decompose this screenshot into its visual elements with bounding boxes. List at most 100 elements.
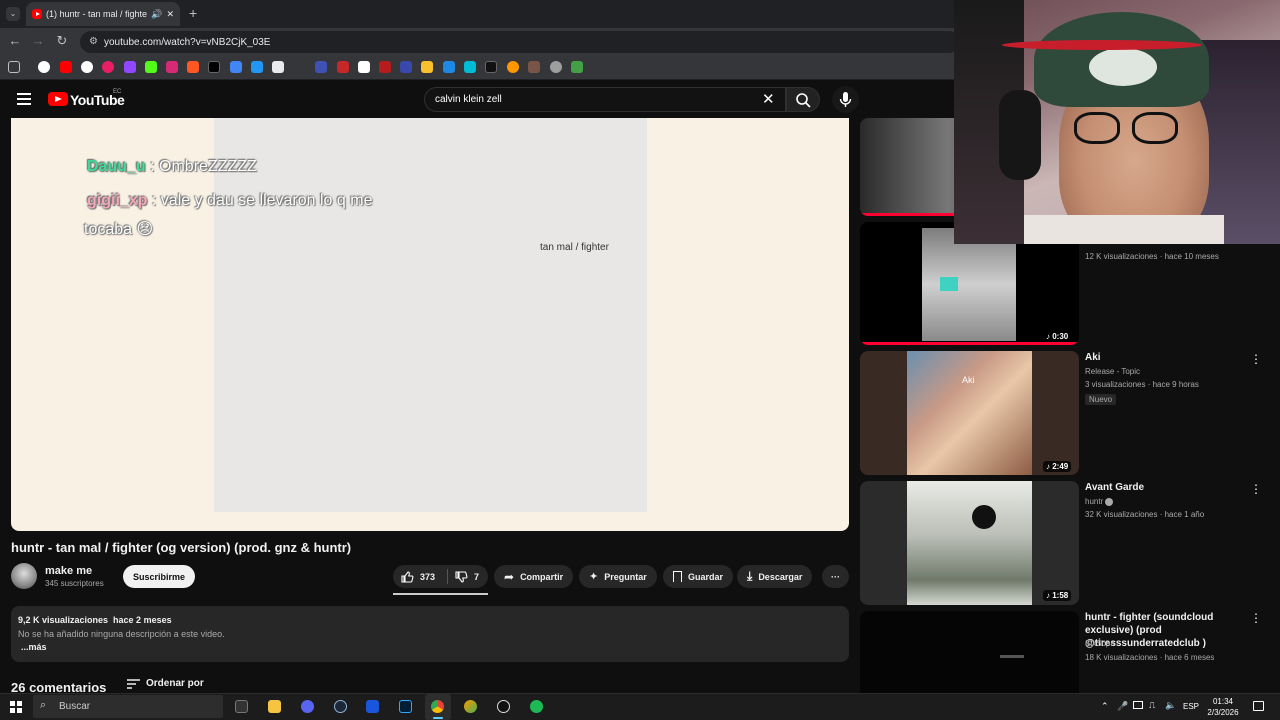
recommended-title[interactable]: Avant Garde — [1085, 482, 1245, 493]
chrome-icon[interactable] — [431, 700, 444, 713]
bookmark-site-icon[interactable] — [272, 61, 284, 73]
video-caption-text: tan mal / fighter — [540, 242, 609, 253]
chat-line: gigii_xp : vale y dau se llevaron lo q m… — [87, 192, 372, 210]
ask-button[interactable]: ✦ Preguntar — [579, 565, 657, 588]
download-button[interactable]: ⤓ Descargar — [737, 565, 813, 588]
search-input[interactable]: calvin klein zell — [424, 87, 786, 112]
sort-icon — [127, 678, 140, 689]
bookmark-site-icon[interactable] — [550, 61, 562, 73]
dislike-button[interactable]: 7 — [454, 565, 479, 588]
bookmark-google-icon[interactable] — [38, 61, 50, 73]
obs-icon[interactable] — [497, 700, 510, 713]
tab-close-icon[interactable]: ✕ — [166, 9, 174, 20]
browser-tab-active[interactable]: (1) huntr - tan mal / fighter 🔊 ✕ — [26, 2, 180, 26]
file-explorer-icon[interactable] — [268, 700, 281, 713]
bookmark-site-icon[interactable] — [400, 61, 412, 73]
discord-icon[interactable] — [301, 700, 314, 713]
reload-button[interactable]: ↻ — [54, 33, 70, 49]
bookmark-gmail-icon[interactable] — [81, 61, 93, 73]
channel-avatar[interactable] — [11, 563, 37, 589]
bookmark-site-icon[interactable] — [443, 61, 455, 73]
address-bar[interactable]: ⚙ youtube.com/watch?v=vNB2CjK_03E — [80, 31, 960, 53]
volume-tray-icon[interactable]: 🔈 — [1165, 700, 1176, 711]
back-button[interactable]: ← — [7, 33, 23, 48]
more-options-icon[interactable]: ⋮ — [1250, 352, 1262, 366]
microphone-tray-icon[interactable]: 🎤 — [1117, 701, 1128, 712]
bookmark-site-icon[interactable] — [485, 61, 497, 73]
share-icon: ➦ — [504, 569, 515, 584]
recommended-thumbnail[interactable] — [860, 611, 1079, 693]
new-tab-button[interactable]: + — [189, 5, 197, 21]
more-options-icon[interactable]: ⋮ — [1250, 611, 1262, 625]
recommended-title[interactable]: Aki — [1085, 352, 1245, 363]
share-button[interactable]: ➦ Compartir — [494, 565, 574, 588]
start-button[interactable] — [10, 701, 22, 713]
bookmark-kick-icon[interactable] — [145, 61, 157, 73]
recommended-channel[interactable]: Release - Topic — [1085, 367, 1140, 376]
watch-progress-bar — [860, 342, 1079, 345]
voice-search-button[interactable] — [832, 86, 859, 113]
vegas-icon[interactable] — [366, 700, 379, 713]
save-button[interactable]: Guardar — [663, 565, 734, 588]
fl-studio-icon[interactable] — [464, 700, 477, 713]
steam-icon[interactable] — [334, 700, 347, 713]
tab-list-dropdown[interactable]: ⌄ — [6, 7, 20, 21]
notifications-icon[interactable] — [1253, 701, 1264, 711]
forward-button[interactable]: → — [30, 33, 46, 48]
recommended-thumbnail[interactable]: Aki — [860, 351, 1079, 475]
more-actions-button[interactable]: ··· — [822, 565, 849, 588]
youtube-logo-icon[interactable] — [48, 92, 68, 106]
clear-search-icon[interactable]: ✕ — [762, 90, 775, 108]
tab-audio-icon[interactable]: 🔊 — [151, 9, 162, 20]
photoshop-icon[interactable] — [399, 700, 412, 713]
recommended-thumbnail[interactable] — [860, 481, 1079, 605]
search-input-value: calvin klein zell — [435, 94, 502, 105]
more-options-icon[interactable]: ⋮ — [1250, 482, 1262, 496]
network-tray-icon[interactable]: ⎍ — [1149, 700, 1155, 711]
like-divider — [447, 569, 448, 584]
show-more-link[interactable]: ...más — [21, 642, 47, 652]
bookmark-site-icon[interactable] — [337, 61, 349, 73]
bookmark-youtube-icon[interactable] — [60, 61, 72, 73]
bookmark-site-icon[interactable] — [187, 61, 199, 73]
webcam-shirt — [1024, 215, 1224, 244]
tab-title: (1) huntr - tan mal / fighter — [46, 9, 148, 19]
bookmark-sheets-icon[interactable] — [571, 61, 583, 73]
description-box[interactable]: 9,2 K visualizaciones hace 2 meses No se… — [11, 606, 849, 662]
thumbnail-image — [907, 481, 1032, 605]
hamburger-menu-icon[interactable] — [17, 93, 31, 105]
language-indicator[interactable]: ESP — [1183, 702, 1199, 711]
epic-games-icon[interactable] — [235, 700, 248, 713]
tray-overflow-icon[interactable]: ⌃ — [1101, 701, 1109, 712]
bookmark-pinterest-icon[interactable] — [102, 61, 114, 73]
bookmark-site-icon[interactable] — [315, 61, 327, 73]
video-player[interactable]: Dauu_u : OmbreZZZZZ gigii_xp : vale y da… — [11, 118, 849, 531]
search-button[interactable] — [786, 87, 820, 112]
channel-name[interactable]: make me — [45, 565, 92, 577]
bookmark-site-icon[interactable] — [421, 61, 433, 73]
bookmark-site-icon[interactable] — [251, 61, 263, 73]
bookmark-site-icon[interactable] — [507, 61, 519, 73]
bookmark-translate-icon[interactable] — [230, 61, 242, 73]
duration-badge: ♪ 0:30 — [1043, 331, 1072, 342]
recommended-channel[interactable]: huntr — [1085, 497, 1114, 506]
clock[interactable]: 01:34 2/3/2026 — [1207, 696, 1239, 718]
bookmark-notion-icon[interactable] — [358, 61, 370, 73]
spotify-icon[interactable] — [530, 700, 543, 713]
bookmark-site-icon[interactable] — [379, 61, 391, 73]
recommended-channel[interactable]: SixSopa — [1085, 639, 1115, 648]
like-button[interactable]: 373 — [400, 565, 435, 588]
sort-comments-button[interactable]: Ordenar por — [127, 678, 204, 689]
taskbar-search-input[interactable]: ⌕ Buscar — [33, 695, 223, 718]
apps-grid-icon[interactable] — [8, 61, 20, 73]
bookmark-icon — [673, 571, 682, 582]
bookmark-site-icon[interactable] — [464, 61, 476, 73]
site-info-icon[interactable]: ⚙ — [89, 36, 98, 47]
subscribe-button[interactable]: Suscribirme — [123, 565, 195, 588]
bookmark-twitch-icon[interactable] — [124, 61, 136, 73]
bookmark-site-icon[interactable] — [528, 61, 540, 73]
webcam-headphones — [999, 90, 1041, 180]
bookmark-instagram-icon[interactable] — [166, 61, 178, 73]
display-tray-icon[interactable] — [1133, 701, 1143, 709]
bookmark-x-icon[interactable] — [208, 61, 220, 73]
